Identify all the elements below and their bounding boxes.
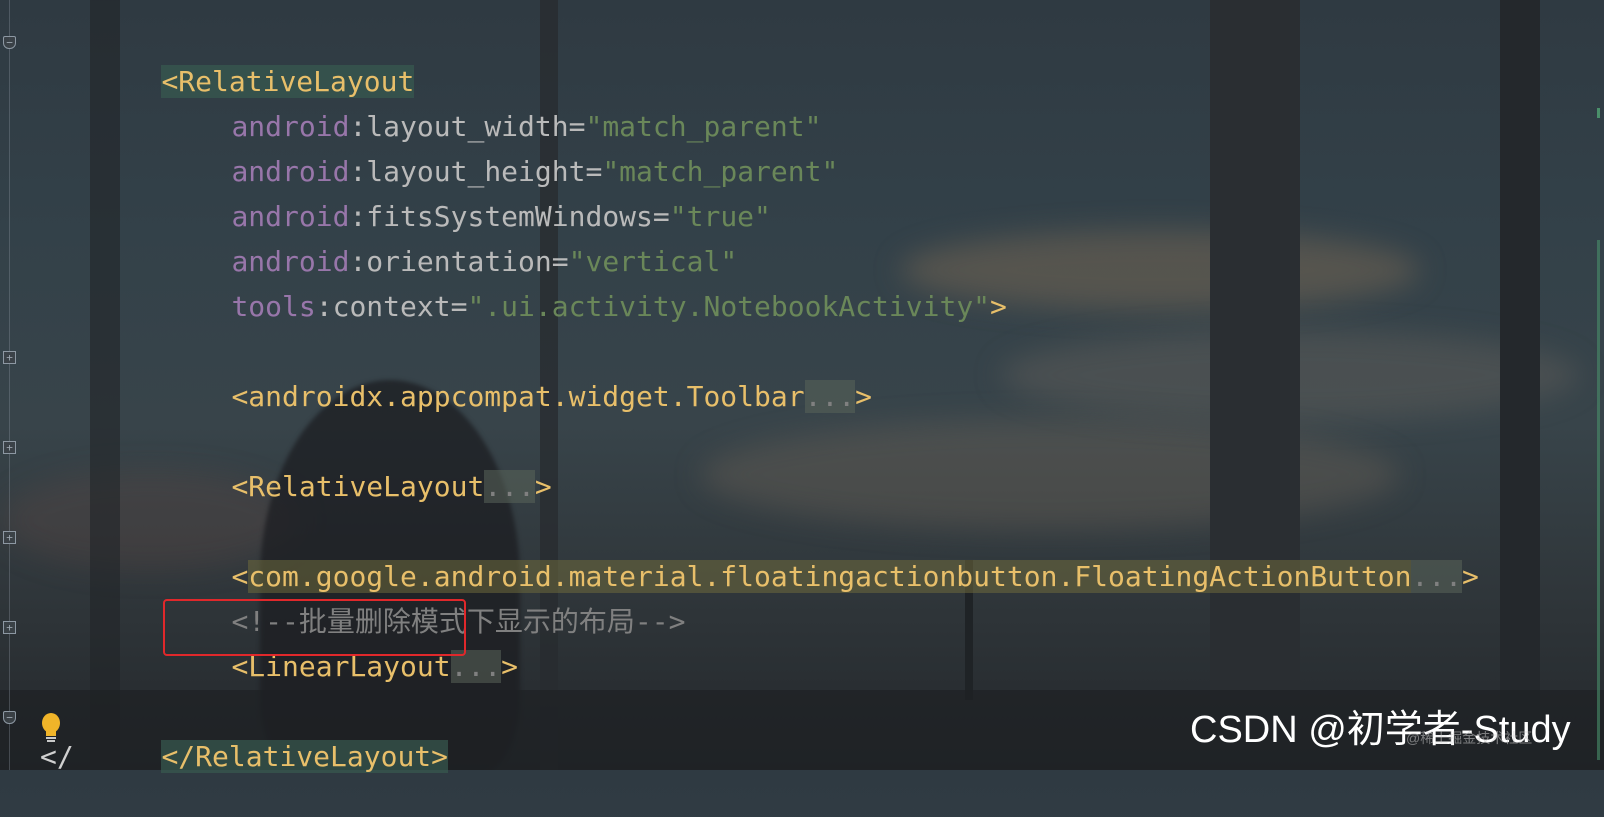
code-line-layout-height: android:layout_height="match_parent" <box>164 112 838 188</box>
code-line-partial: </ <box>40 740 74 773</box>
scrollbar-marker[interactable] <box>1597 240 1600 760</box>
fold-open-icon[interactable]: − <box>3 36 16 49</box>
attr-equals: = <box>450 290 468 323</box>
code-line-root-close: </RelativeLayout> <box>94 697 449 773</box>
code-line-root-open: <RelativeLayout <box>94 22 415 98</box>
tag-name: <androidx.appcompat.widget.Toolbar <box>231 380 805 413</box>
code-line-comment: <!--批量删除模式下显示的布局--> <box>164 562 685 638</box>
watermark-secondary: @稀土掘金技术社区 <box>1406 730 1533 746</box>
fold-expand-icon[interactable]: + <box>3 351 16 364</box>
gutter-line <box>9 0 10 770</box>
code-line-orientation: android:orientation="vertical" <box>164 202 737 278</box>
fold-expand-icon[interactable]: + <box>3 441 16 454</box>
fold-expand-icon[interactable]: + <box>3 621 16 634</box>
root-close-tag: </RelativeLayout> <box>161 740 449 773</box>
tag-close-bracket: > <box>501 650 519 683</box>
editor-gutter: − + + + + − <box>0 0 22 770</box>
tag-close-bracket: > <box>534 470 552 503</box>
folded-content-marker[interactable]: ... <box>804 380 856 413</box>
code-line-toolbar[interactable]: <androidx.appcompat.widget.Toolbar...> <box>164 337 872 413</box>
code-line-fits-system-windows: android:fitsSystemWindows="true" <box>164 157 770 233</box>
attr-namespace: tools <box>231 290 316 323</box>
code-line-fab[interactable]: <com.google.android.material.floatingact… <box>164 517 1479 593</box>
code-line-relative-layout[interactable]: <RelativeLayout...> <box>164 427 552 503</box>
tag-close-bracket: > <box>855 380 873 413</box>
folded-content-marker[interactable]: ... <box>484 470 535 503</box>
fold-expand-icon[interactable]: + <box>3 531 16 544</box>
attr-name: :context <box>315 290 451 323</box>
tag-close-bracket: > <box>1462 560 1479 593</box>
attr-value: ".ui.activity.NotebookActivity" <box>467 290 991 323</box>
tag-name: <RelativeLayout <box>231 470 485 503</box>
scrollbar-marker[interactable] <box>1597 108 1600 118</box>
folded-content-marker[interactable]: ... <box>1411 560 1463 593</box>
code-line-layout-width: android:layout_width="match_parent" <box>164 67 821 143</box>
fold-close-icon[interactable]: − <box>3 711 16 724</box>
tag-close-bracket: > <box>990 290 1007 323</box>
annotation-highlight-box <box>163 599 466 656</box>
code-line-tools-context: tools:context=".ui.activity.NotebookActi… <box>164 247 1006 323</box>
